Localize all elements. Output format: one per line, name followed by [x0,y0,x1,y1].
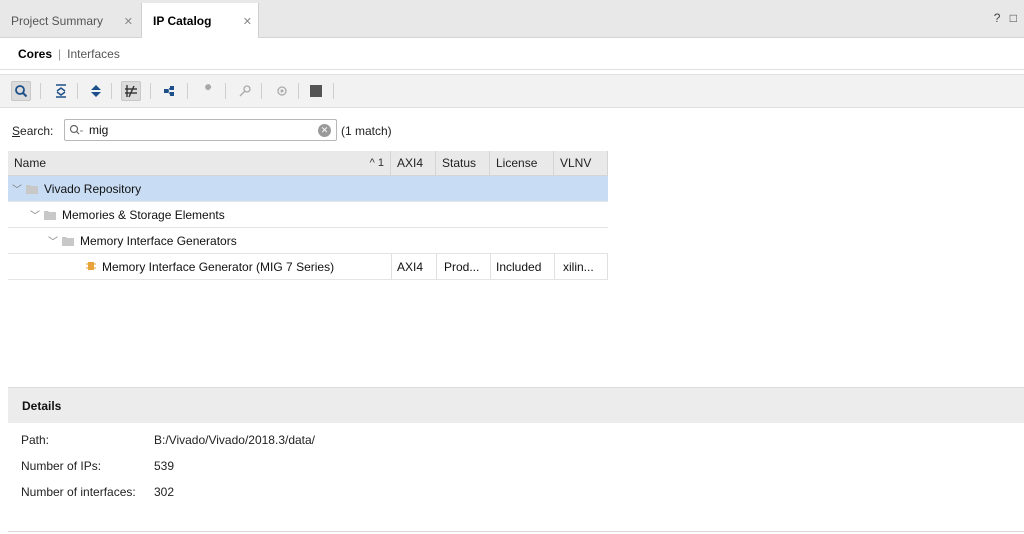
settings-icon[interactable] [1016,81,1024,101]
folder-icon [44,203,56,228]
table-row[interactable]: ﹀ Memories & Storage Elements [8,202,608,228]
subtab-interfaces[interactable]: Interfaces [67,47,120,61]
folder-icon [62,229,74,254]
sort-indicator: ^ 1 [369,157,384,169]
table-row[interactable]: ﹀ Vivado Repository [8,176,608,202]
cell-axi4: AXI4 [397,260,424,274]
license-key-icon[interactable] [235,81,255,101]
collapse-all-icon[interactable] [51,81,71,101]
tab-bar: Project Summary ✕ IP Catalog ✕ ? □ [0,0,1024,38]
row-name: Vivado Repository [44,182,142,196]
cell-status: Prod... [444,260,480,274]
table-header: Name ^ 1 AXI4 Status License VLNV [8,151,608,176]
detail-label: Number of interfaces: [21,485,136,499]
column-header-axi4[interactable]: AXI4 [391,151,436,176]
subtab-cores[interactable]: Cores [18,47,52,61]
match-count: (1 match) [341,124,392,138]
detail-value: B:/Vivado/Vivado/2018.3/data/ [154,433,316,447]
detail-row-ips: Number of IPs: 539 [21,459,174,473]
cell-vlnv: xilin... [563,260,594,274]
close-icon[interactable]: ✕ [124,15,133,28]
search-row: Search: ✕ (1 match) [0,116,1024,146]
customize-ip-icon[interactable] [198,81,218,101]
row-name: Memory Interface Generator (MIG 7 Series… [102,260,335,274]
clear-search-icon[interactable]: ✕ [318,124,331,137]
tab-project-summary[interactable]: Project Summary ✕ [0,3,141,38]
expand-all-icon[interactable] [86,81,106,101]
detail-label: Path: [21,433,50,447]
detail-label: Number of IPs: [21,459,102,473]
detail-row-interfaces: Number of interfaces: 302 [21,485,174,499]
table-row[interactable]: ﹀ Memory Interface Generators [8,228,608,254]
row-name: Memories & Storage Elements [62,208,225,222]
detail-row-path: Path: B:/Vivado/Vivado/2018.3/data/ [21,433,315,447]
details-header: Details [8,387,1024,423]
folder-icon [26,177,38,202]
chevron-down-icon[interactable]: ﹀ [48,230,62,254]
column-header-license[interactable]: License [490,151,554,176]
search-input[interactable] [89,122,309,138]
tab-label: IP Catalog [153,13,212,28]
window-controls[interactable]: ? □ [994,11,1020,25]
table-row[interactable]: Memory Interface Generator (MIG 7 Series… [8,254,608,280]
details-title: Details [22,399,62,413]
subtab-bar: Cores | Interfaces [0,38,1024,70]
search-icon [69,124,83,139]
column-header-vlnv[interactable]: VLNV [554,151,608,176]
search-label: Search: [12,124,54,138]
tab-label: Project Summary [11,13,104,28]
column-header-status[interactable]: Status [436,151,490,176]
detail-value: 302 [154,485,175,499]
add-repository-icon[interactable] [160,81,180,101]
search-box[interactable]: ✕ [64,119,337,141]
cell-license: Included [496,260,542,274]
search-icon[interactable] [11,81,31,101]
toggle-pin-icon[interactable] [121,81,141,101]
ip-catalog-table: Name ^ 1 AXI4 Status License VLNV ﹀ Vivad… [8,151,608,280]
detail-value: 539 [154,459,175,473]
close-icon[interactable]: ✕ [243,15,252,28]
tab-ip-catalog[interactable]: IP Catalog ✕ [141,3,259,38]
row-name: Memory Interface Generators [80,234,237,248]
toolbar [0,74,1024,108]
chevron-down-icon[interactable]: ﹀ [30,204,44,228]
subtab-separator: | [58,46,62,61]
ip-settings-icon[interactable] [272,81,292,101]
ip-core-icon [86,255,96,280]
stop-icon[interactable] [306,81,326,101]
chevron-down-icon[interactable]: ﹀ [12,178,26,202]
column-header-name[interactable]: Name ^ 1 [8,151,391,176]
panel-border [8,531,1024,532]
